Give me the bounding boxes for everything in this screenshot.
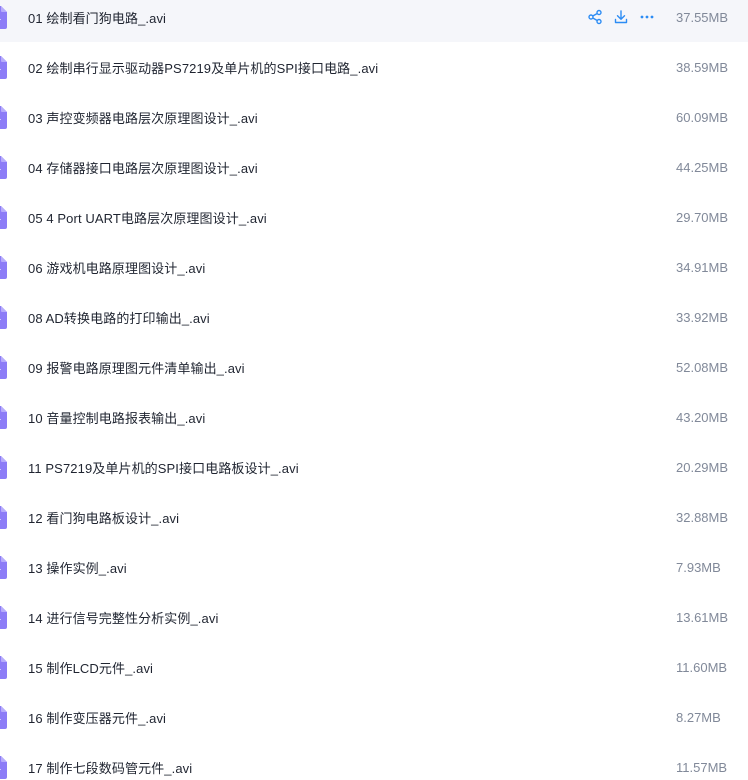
file-name[interactable]: 16 制作变压器元件_.avi <box>28 708 166 727</box>
file-list: 01 绘制看门狗电路_.avi 37.55MB 02 绘制串行显示驱动器PS7219… <box>0 0 748 780</box>
file-name[interactable]: 17 制作七段数码管元件_.avi <box>28 758 192 777</box>
file-row[interactable]: 16 制作变压器元件_.avi 8.27MB <box>0 692 748 742</box>
file-row[interactable]: 12 看门狗电路板设计_.avi 32.88MB <box>0 492 748 542</box>
more-icon[interactable] <box>638 8 656 26</box>
file-name[interactable]: 04 存储器接口电路层次原理图设计_.avi <box>28 158 258 177</box>
file-row[interactable]: 11 PS7219及单片机的SPI接口电路板设计_.avi 20.29MB <box>0 442 748 492</box>
video-file-icon <box>0 704 8 730</box>
file-row[interactable]: 02 绘制串行显示驱动器PS7219及单片机的SPI接口电路_.avi 38.59… <box>0 42 748 92</box>
video-file-icon <box>0 604 8 630</box>
file-size: 38.59MB <box>676 59 729 75</box>
video-file-icon <box>0 654 8 680</box>
file-row[interactable]: 14 进行信号完整性分析实例_.avi 13.61MB <box>0 592 748 642</box>
file-row[interactable]: 09 报警电路原理图元件清单输出_.avi 52.08MB <box>0 342 748 392</box>
file-size: 37.55MB <box>676 9 729 25</box>
file-size: 44.25MB <box>676 159 729 175</box>
file-size: 32.88MB <box>676 509 729 525</box>
file-size: 8.27MB <box>676 709 721 725</box>
video-file-icon <box>0 4 8 30</box>
file-name[interactable]: 13 操作实例_.avi <box>28 558 127 577</box>
file-name[interactable]: 10 音量控制电路报表输出_.avi <box>28 408 205 427</box>
file-name[interactable]: 05 4 Port UART电路层次原理图设计_.avi <box>28 208 267 227</box>
file-row[interactable]: 10 音量控制电路报表输出_.avi 43.20MB <box>0 392 748 442</box>
file-name[interactable]: 06 游戏机电路原理图设计_.avi <box>28 258 205 277</box>
file-row[interactable]: 05 4 Port UART电路层次原理图设计_.avi 29.70MB <box>0 192 748 242</box>
file-name[interactable]: 11 PS7219及单片机的SPI接口电路板设计_.avi <box>28 458 299 477</box>
file-size: 11.60MB <box>676 659 728 675</box>
video-file-icon <box>0 504 8 530</box>
video-file-icon <box>0 404 8 430</box>
download-icon[interactable] <box>612 8 630 26</box>
file-row[interactable]: 13 操作实例_.avi 7.93MB <box>0 542 748 592</box>
video-file-icon <box>0 304 8 330</box>
file-row[interactable]: 04 存储器接口电路层次原理图设计_.avi 44.25MB <box>0 142 748 192</box>
file-size: 33.92MB <box>676 309 729 325</box>
video-file-icon <box>0 104 8 130</box>
file-name[interactable]: 15 制作LCD元件_.avi <box>28 658 153 677</box>
row-actions <box>586 0 656 42</box>
file-name[interactable]: 03 声控变频器电路层次原理图设计_.avi <box>28 108 258 127</box>
video-file-icon <box>0 754 8 780</box>
file-row[interactable]: 08 AD转换电路的打印输出_.avi 33.92MB <box>0 292 748 342</box>
file-size: 60.09MB <box>676 109 729 125</box>
file-name[interactable]: 08 AD转换电路的打印输出_.avi <box>28 308 210 327</box>
video-file-icon <box>0 554 8 580</box>
file-name[interactable]: 14 进行信号完整性分析实例_.avi <box>28 608 218 627</box>
video-file-icon <box>0 204 8 230</box>
file-size: 20.29MB <box>676 459 729 475</box>
file-size: 52.08MB <box>676 359 729 375</box>
video-file-icon <box>0 254 8 280</box>
file-size: 7.93MB <box>676 559 721 575</box>
file-row[interactable]: 06 游戏机电路原理图设计_.avi 34.91MB <box>0 242 748 292</box>
file-name[interactable]: 02 绘制串行显示驱动器PS7219及单片机的SPI接口电路_.avi <box>28 58 378 77</box>
file-row[interactable]: 01 绘制看门狗电路_.avi 37.55MB <box>0 0 748 42</box>
video-file-icon <box>0 454 8 480</box>
file-row[interactable]: 17 制作七段数码管元件_.avi 11.57MB <box>0 742 748 780</box>
file-name[interactable]: 12 看门狗电路板设计_.avi <box>28 508 179 527</box>
video-file-icon <box>0 354 8 380</box>
file-size: 13.61MB <box>676 609 729 625</box>
share-icon[interactable] <box>586 8 604 26</box>
video-file-icon <box>0 54 8 80</box>
file-name[interactable]: 01 绘制看门狗电路_.avi <box>28 8 166 27</box>
file-name[interactable]: 09 报警电路原理图元件清单输出_.avi <box>28 358 245 377</box>
file-size: 43.20MB <box>676 409 729 425</box>
file-size: 34.91MB <box>676 259 729 275</box>
video-file-icon <box>0 154 8 180</box>
file-row[interactable]: 15 制作LCD元件_.avi 11.60MB <box>0 642 748 692</box>
file-row[interactable]: 03 声控变频器电路层次原理图设计_.avi 60.09MB <box>0 92 748 142</box>
file-size: 11.57MB <box>676 759 728 775</box>
file-size: 29.70MB <box>676 209 729 225</box>
